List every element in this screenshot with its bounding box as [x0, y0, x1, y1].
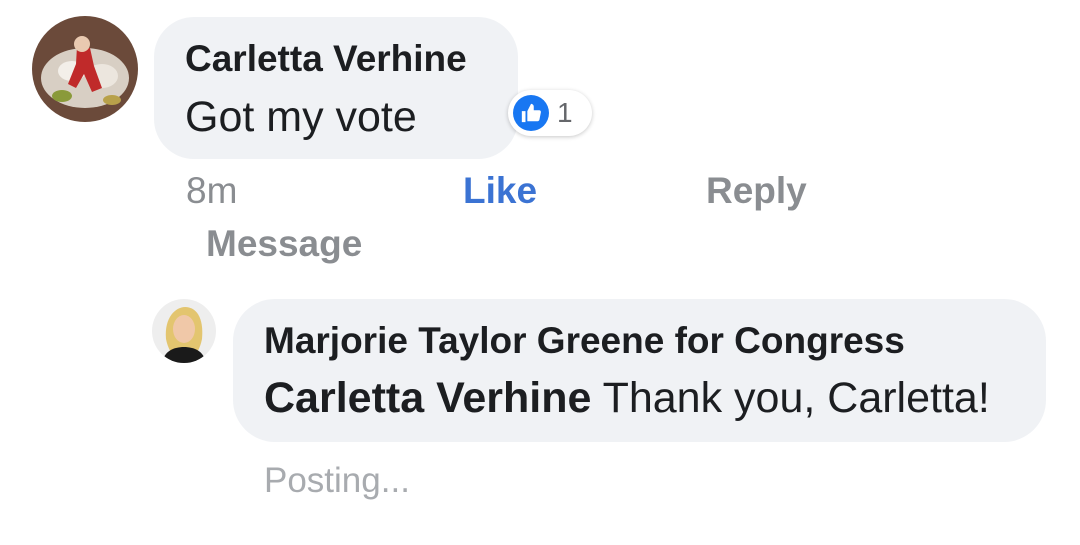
reply-author-name[interactable]: Marjorie Taylor Greene for Congress	[264, 320, 905, 362]
thumbs-up-icon	[513, 95, 549, 131]
commenter-avatar[interactable]	[32, 16, 138, 122]
like-button[interactable]: Like	[463, 170, 537, 212]
page-avatar[interactable]	[152, 299, 216, 363]
posting-status: Posting...	[264, 461, 410, 500]
message-button[interactable]: Message	[206, 223, 362, 265]
reply-text: Carletta Verhine Thank you, Carletta!	[264, 374, 990, 423]
reply-button[interactable]: Reply	[706, 170, 807, 212]
comment-author-name[interactable]: Carletta Verhine	[185, 38, 467, 80]
reply-message: Thank you, Carletta!	[591, 374, 990, 422]
comment-text: Got my vote	[185, 93, 417, 141]
mention-link[interactable]: Carletta Verhine	[264, 374, 591, 422]
reaction-badge[interactable]: 1	[508, 90, 592, 136]
reaction-count: 1	[557, 97, 573, 128]
comment-timestamp: 8m	[186, 170, 238, 211]
